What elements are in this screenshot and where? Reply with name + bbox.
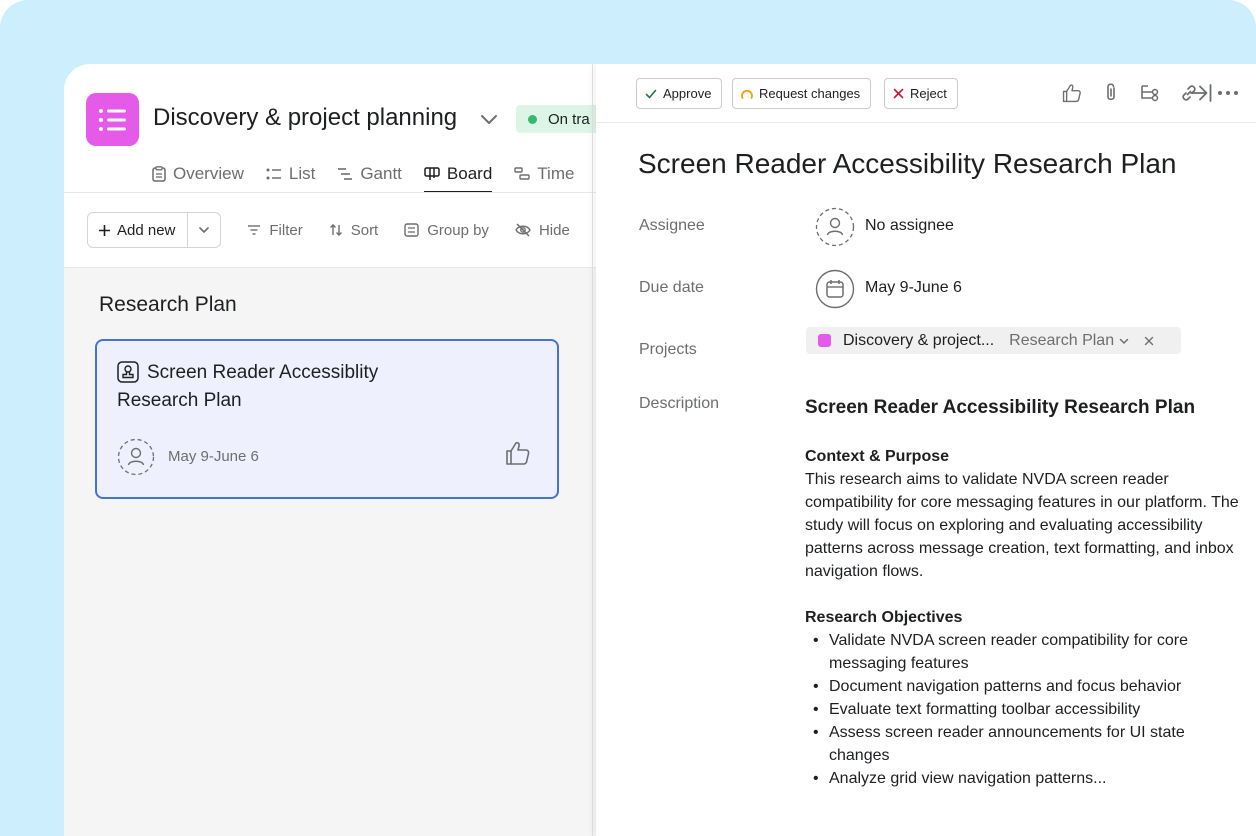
add-new-label: Add new <box>117 221 176 239</box>
tab-gantt[interactable]: Gantt <box>337 156 402 192</box>
chevron-down-icon[interactable] <box>478 108 500 130</box>
project-chip-name: Discovery & project... <box>843 331 995 349</box>
view-tabs: Overview List Gantt Board Time <box>152 156 596 193</box>
list-item: Document navigation patterns and focus b… <box>805 675 1245 698</box>
project-color-icon <box>818 334 831 347</box>
project-pane: Discovery & project planning On tra Over… <box>64 64 626 836</box>
request-changes-icon <box>741 89 753 99</box>
objectives-heading: Research Objectives <box>805 609 963 626</box>
assignee-value[interactable]: No assignee <box>865 217 954 235</box>
task-card-date: May 9-June 6 <box>168 448 259 465</box>
section-select[interactable]: Research Plan <box>1009 332 1114 350</box>
eye-off-icon <box>515 223 531 237</box>
timeline-icon <box>514 167 530 180</box>
approve-button[interactable]: Approve <box>636 78 723 109</box>
request-changes-button[interactable]: Request changes <box>732 78 872 109</box>
task-title[interactable]: Screen Reader Accessibility Research Pla… <box>638 148 1176 180</box>
request-changes-label: Request changes <box>759 86 861 101</box>
board-area: Research Plan Screen Reader Accessiblity… <box>64 268 596 836</box>
detail-toolbar: Approve Request changes Reject <box>596 64 1256 123</box>
check-icon <box>645 89 657 99</box>
tab-label: Board <box>446 164 493 183</box>
reject-button[interactable]: Reject <box>884 78 958 109</box>
reject-label: Reject <box>910 86 947 101</box>
more-options-icon[interactable] <box>1217 82 1239 104</box>
tab-label: Gantt <box>360 164 402 183</box>
project-title[interactable]: Discovery & project planning <box>153 104 457 132</box>
calendar-icon[interactable] <box>815 269 855 309</box>
assignee-placeholder-icon[interactable] <box>117 438 155 476</box>
tab-label: Overview <box>173 164 244 183</box>
clipboard-icon <box>152 166 166 182</box>
hide-label: Hide <box>538 221 570 239</box>
project-list-icon[interactable] <box>86 93 139 146</box>
board-toolbar: Add new Filter Sort Group by Hide <box>87 212 570 248</box>
close-pane-arrow-icon[interactable] <box>1189 82 1213 104</box>
chevron-down-icon <box>199 227 210 234</box>
window-frame: Discovery & project planning On tra Over… <box>0 0 1256 836</box>
list-item: Assess screen reader announcements for U… <box>805 721 1245 767</box>
status-dot-icon <box>528 114 537 124</box>
context-text: This research aims to validate NVDA scre… <box>805 471 1239 580</box>
column-title: Research Plan <box>99 293 237 316</box>
remove-icon[interactable] <box>1144 336 1154 346</box>
thumbs-up-icon[interactable] <box>1061 82 1083 104</box>
filter-button[interactable]: Filter <box>247 221 303 239</box>
tab-overview[interactable]: Overview <box>152 156 244 192</box>
group-by-button[interactable]: Group by <box>404 222 489 239</box>
task-detail-pane: Approve Request changes Reject Screen Re… <box>596 64 1256 836</box>
list-item: Evaluate text formatting toolbar accessi… <box>805 698 1245 721</box>
sort-icon <box>329 224 342 236</box>
description-body[interactable]: Screen Reader Accessibility Research Pla… <box>805 397 1245 790</box>
description-label: Description <box>639 395 720 412</box>
objectives-list: Validate NVDA screen reader compatibilit… <box>805 629 1245 790</box>
add-new-dropdown-button[interactable] <box>188 213 220 247</box>
projects-label: Projects <box>639 341 697 358</box>
hide-button[interactable]: Hide <box>515 222 570 239</box>
tab-board[interactable]: Board <box>423 156 493 193</box>
project-chip[interactable]: Discovery & project... Research Plan <box>806 327 1181 354</box>
subtask-icon[interactable] <box>1139 82 1161 104</box>
filter-icon <box>248 225 261 235</box>
tab-label: Time <box>537 164 575 183</box>
tabs-divider <box>64 192 596 193</box>
paperclip-icon[interactable] <box>1100 82 1122 104</box>
list-icon <box>266 168 281 180</box>
group-by-label: Group by <box>427 221 489 239</box>
pane-divider <box>592 64 593 836</box>
list-item: Validate NVDA screen reader compatibilit… <box>805 629 1245 675</box>
gantt-icon <box>338 168 353 180</box>
sort-label: Sort <box>350 221 379 239</box>
add-new-button[interactable]: Add new <box>88 213 189 247</box>
tab-label: List <box>288 164 316 183</box>
chevron-down-icon[interactable] <box>1118 335 1130 347</box>
assignee-label: Assignee <box>639 217 705 234</box>
task-card[interactable]: Screen Reader Accessiblity Research Plan… <box>95 339 559 499</box>
assignee-placeholder-icon[interactable] <box>815 207 855 247</box>
tab-timeline[interactable]: Time <box>514 156 574 192</box>
due-date-value[interactable]: May 9-June 6 <box>865 279 962 297</box>
plus-icon <box>99 224 110 236</box>
description-title: Screen Reader Accessibility Research Pla… <box>805 397 1196 418</box>
task-card-title: Screen Reader Accessiblity Research Plan <box>117 362 379 411</box>
status-label: On tra <box>548 110 590 128</box>
due-date-label: Due date <box>639 279 704 296</box>
board-icon <box>424 167 440 180</box>
app-window: Discovery & project planning On tra Over… <box>64 64 1256 836</box>
context-heading: Context & Purpose <box>805 448 950 465</box>
tab-list[interactable]: List <box>266 156 315 192</box>
x-icon <box>893 88 904 99</box>
add-new-split-button: Add new <box>87 212 222 248</box>
approve-label: Approve <box>663 86 712 101</box>
list-item: Analyze grid view navigation patterns... <box>805 767 1245 790</box>
group-icon <box>404 223 419 237</box>
thumbs-up-icon[interactable] <box>505 440 531 466</box>
sort-button[interactable]: Sort <box>329 221 379 239</box>
filter-label: Filter <box>269 221 303 239</box>
